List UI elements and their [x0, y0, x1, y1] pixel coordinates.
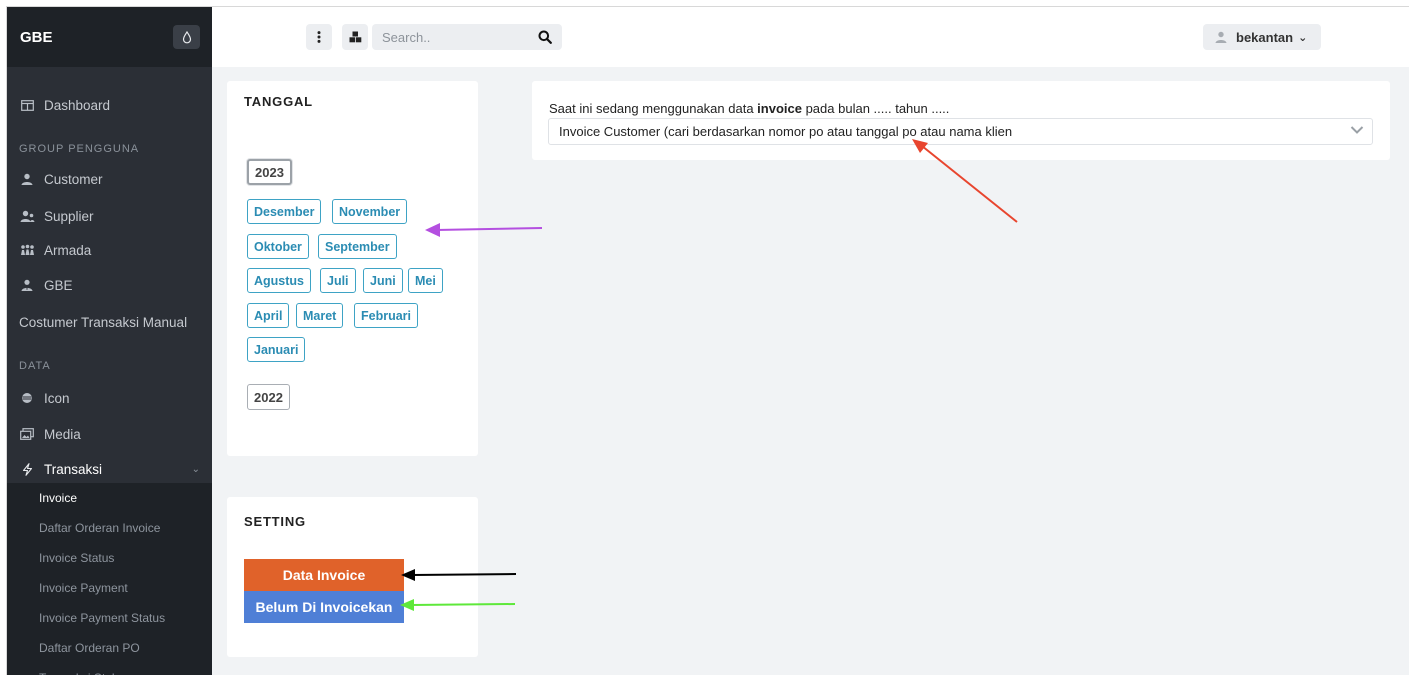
cubes-icon: [349, 31, 361, 43]
nav-heading-data: DATA: [19, 360, 51, 372]
info-text-prefix: Saat ini sedang menggunakan data: [549, 101, 758, 116]
dashboard-icon: [19, 98, 35, 112]
sidebar-item-icon[interactable]: Icon: [7, 383, 212, 413]
user-menu-button[interactable]: bekantan ⌄: [1203, 24, 1321, 50]
month-button-april[interactable]: April: [247, 303, 290, 328]
globe-icon: [19, 391, 35, 405]
info-text: Saat ini sedang menggunakan data invoice…: [549, 101, 949, 116]
sidebar-item-dashboard[interactable]: Dashboard: [7, 90, 212, 120]
year-button-2022[interactable]: 2022: [247, 384, 290, 410]
select-value: Invoice Customer (cari berdasarkan nomor…: [559, 124, 1013, 139]
sidebar-item-label: Armada: [44, 242, 92, 258]
sidebar-item-label: GBE: [44, 277, 73, 293]
tanggal-title: TANGGAL: [244, 94, 313, 109]
info-text-suffix: pada bulan ..... tahun .....: [801, 101, 950, 116]
info-text-bold: invoice: [757, 101, 802, 116]
ellipsis-vertical-icon: [317, 31, 321, 43]
sidebar-item-supplier[interactable]: Supplier: [7, 201, 212, 231]
invoice-type-select[interactable]: Invoice Customer (cari berdasarkan nomor…: [548, 118, 1373, 145]
group-icon: [19, 243, 35, 257]
submenu-item-invoice-payment[interactable]: Invoice Payment: [7, 573, 212, 603]
month-button-juli[interactable]: Juli: [320, 268, 356, 293]
nav-heading-group-pengguna: GROUP PENGGUNA: [19, 143, 140, 155]
search-input[interactable]: [372, 24, 562, 50]
submenu-item-transaksi-stok[interactable]: Transaksi Stok: [7, 663, 212, 675]
belum-di-invoicekan-button[interactable]: Belum Di Invoicekan: [244, 591, 404, 623]
transaksi-submenu: Invoice Daftar Orderan Invoice Invoice S…: [7, 483, 212, 675]
sidebar-item-customer[interactable]: Customer: [7, 164, 212, 194]
data-invoice-button[interactable]: Data Invoice: [244, 559, 404, 591]
submenu-item-daftar-orderan-po[interactable]: Daftar Orderan PO: [7, 633, 212, 663]
chevron-down-icon: ⌄: [191, 463, 200, 475]
sidebar-item-costumer-transaksi-manual[interactable]: Costumer Transaksi Manual: [7, 307, 212, 337]
tanggal-card: TANGGAL 2023 Desember November Oktober S…: [227, 81, 478, 456]
user-name: bekantan: [1236, 29, 1294, 45]
search-icon[interactable]: [538, 30, 552, 44]
sidebar-item-label: Dashboard: [44, 97, 111, 113]
chevron-down-icon: [1350, 126, 1364, 134]
topbar: bekantan ⌄: [212, 7, 1409, 67]
images-icon: [19, 427, 35, 441]
month-button-desember[interactable]: Desember: [247, 199, 322, 224]
month-button-mei[interactable]: Mei: [408, 268, 443, 293]
submenu-item-invoice-status[interactable]: Invoice Status: [7, 543, 212, 573]
bolt-icon: [19, 462, 35, 476]
sidebar-item-gbe[interactable]: GBE: [7, 270, 212, 300]
month-button-februari[interactable]: Februari: [354, 303, 419, 328]
menu-toggle-button[interactable]: [306, 24, 332, 50]
info-card: Saat ini sedang menggunakan data invoice…: [532, 81, 1390, 160]
sidebar-item-label: Customer: [44, 171, 103, 187]
chevron-down-icon: ⌄: [1298, 31, 1308, 44]
month-button-oktober[interactable]: Oktober: [247, 234, 309, 259]
sidebar-item-armada[interactable]: Armada: [7, 235, 212, 265]
user-tie-icon: [19, 278, 35, 292]
year-button-2023[interactable]: 2023: [247, 159, 292, 185]
month-button-agustus[interactable]: Agustus: [247, 268, 311, 293]
sidebar-item-label: Supplier: [44, 208, 94, 224]
user-icon: [19, 172, 35, 186]
sidebar-item-media[interactable]: Media: [7, 419, 212, 449]
month-button-maret[interactable]: Maret: [296, 303, 344, 328]
brand-logo[interactable]: GBE: [20, 29, 53, 46]
app-frame: GBE Dashboard GROUP PENGGUNA Customer Su…: [6, 6, 1409, 675]
droplet-icon: [182, 30, 191, 43]
month-button-november[interactable]: November: [332, 199, 408, 224]
theme-toggle-button[interactable]: [173, 25, 200, 49]
month-button-januari[interactable]: Januari: [247, 337, 306, 362]
submenu-item-invoice[interactable]: Invoice: [7, 483, 212, 513]
sidebar-header: GBE: [7, 7, 212, 67]
setting-title: SETTING: [244, 514, 306, 529]
users-icon: [19, 209, 35, 223]
month-button-september[interactable]: September: [318, 234, 397, 259]
user-avatar-icon: [1215, 31, 1227, 43]
submenu-item-invoice-payment-status[interactable]: Invoice Payment Status: [7, 603, 212, 633]
month-button-juni[interactable]: Juni: [363, 268, 403, 293]
submenu-item-daftar-orderan-invoice[interactable]: Daftar Orderan Invoice: [7, 513, 212, 543]
sidebar-item-transaksi[interactable]: Transaksi ⌄: [7, 454, 212, 484]
sidebar-item-label: Icon: [44, 390, 70, 406]
sidebar-item-label: Costumer Transaksi Manual: [19, 314, 188, 330]
sidebar: GBE Dashboard GROUP PENGGUNA Customer Su…: [7, 7, 212, 675]
sidebar-item-label: Transaksi: [44, 461, 103, 477]
theme-settings-button[interactable]: [342, 24, 368, 50]
sidebar-item-label: Media: [44, 426, 81, 442]
setting-card: SETTING Data Invoice Belum Di Invoicekan: [227, 497, 478, 657]
